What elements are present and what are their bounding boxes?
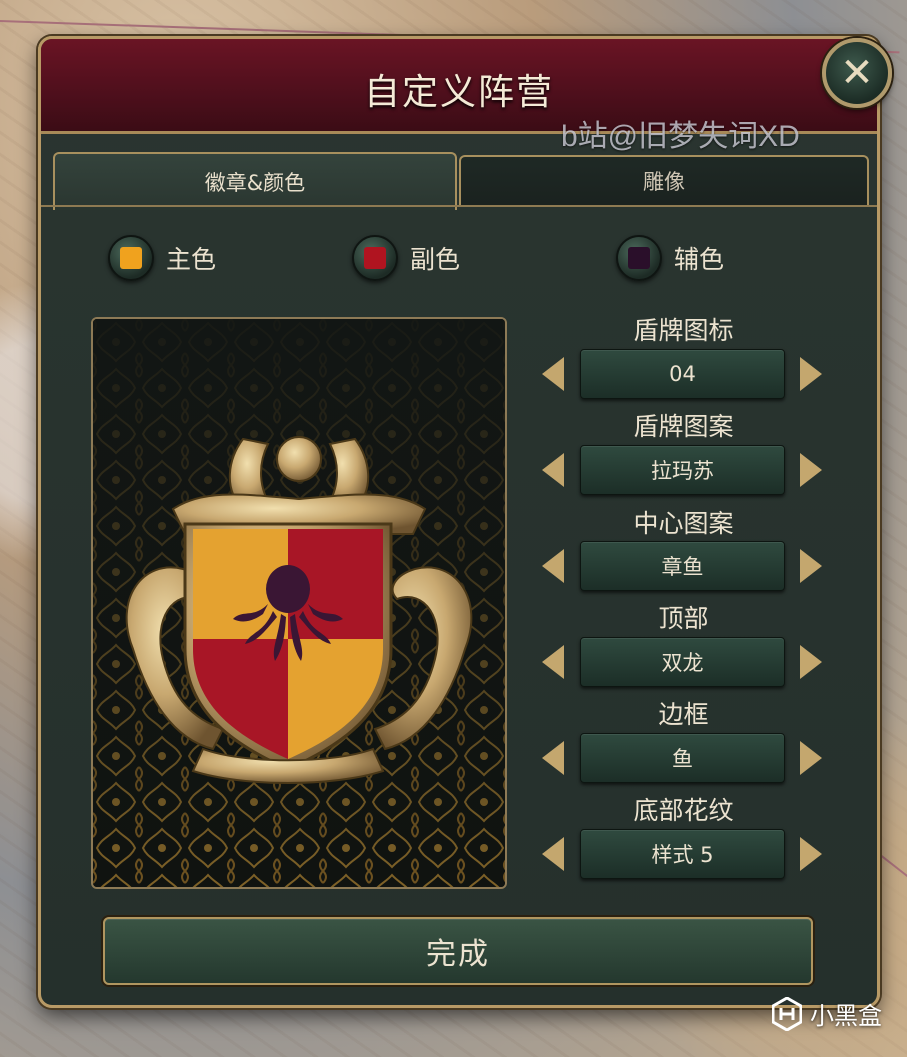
emblem-preview	[91, 317, 507, 889]
done-button-label: 完成	[426, 937, 490, 972]
border-next-arrow[interactable]	[800, 741, 822, 775]
shield-icon-next-arrow[interactable]	[800, 357, 822, 391]
customize-faction-dialog: 自定义阵营 b站@旧梦失词XD 徽章&颜色 雕像 主色 副色 辅色 盾牌图标 0…	[38, 36, 880, 1008]
watermark: b站@旧梦失词XD	[561, 120, 800, 153]
top-crest-value: 双龙	[580, 637, 785, 687]
border-label: 边框	[658, 700, 709, 729]
dialog-title: 自定义阵营	[363, 72, 554, 113]
center-pattern-prev-arrow[interactable]	[542, 549, 564, 583]
tab-label: 雕像	[643, 170, 685, 194]
shield-icon-prev-arrow[interactable]	[542, 357, 564, 391]
border-value: 鱼	[580, 733, 785, 783]
top-crest-label: 顶部	[658, 604, 709, 633]
close-button[interactable]: ✕	[822, 38, 892, 108]
primary-color-picker[interactable]: 主色	[108, 235, 216, 281]
color-swatch-button[interactable]	[108, 235, 154, 281]
top-crest-prev-arrow[interactable]	[542, 645, 564, 679]
tertiary-color-label: 辅色	[674, 245, 725, 274]
tab-label: 徽章&颜色	[204, 171, 306, 195]
center-pattern-value: 章鱼	[580, 541, 785, 591]
shield-pattern-label: 盾牌图案	[633, 412, 734, 441]
border-prev-arrow[interactable]	[542, 741, 564, 775]
shield-icon-label: 盾牌图标	[633, 316, 734, 345]
tab-emblem-colors[interactable]: 徽章&颜色	[53, 152, 457, 210]
top-crest-next-arrow[interactable]	[800, 645, 822, 679]
center-pattern-label: 中心图案	[633, 509, 734, 538]
secondary-color-label: 副色	[410, 245, 461, 274]
tertiary-color-swatch	[628, 247, 650, 269]
tertiary-color-picker[interactable]: 辅色	[616, 235, 724, 281]
shield-icon-value: 04	[580, 349, 785, 399]
secondary-color-picker[interactable]: 副色	[352, 235, 460, 281]
color-swatch-button[interactable]	[616, 235, 662, 281]
bottom-pattern-value: 样式 5	[580, 829, 785, 879]
emblem-preview-art	[93, 319, 505, 887]
xiaoheihe-icon	[772, 996, 802, 1031]
close-icon: ✕	[840, 50, 874, 96]
done-button[interactable]: 完成	[103, 917, 813, 985]
secondary-color-swatch	[364, 247, 386, 269]
shield-pattern-prev-arrow[interactable]	[542, 453, 564, 487]
branding-text: 小黑盒	[810, 1002, 882, 1030]
center-pattern-next-arrow[interactable]	[800, 549, 822, 583]
bottom-pattern-next-arrow[interactable]	[800, 837, 822, 871]
color-swatch-button[interactable]	[352, 235, 398, 281]
primary-color-label: 主色	[166, 245, 217, 274]
primary-color-swatch	[120, 247, 142, 269]
shield-pattern-next-arrow[interactable]	[800, 453, 822, 487]
tab-statue[interactable]: 雕像	[459, 155, 869, 205]
bottom-pattern-prev-arrow[interactable]	[542, 837, 564, 871]
title-bar: 自定义阵营 b站@旧梦失词XD	[41, 39, 877, 153]
bottom-pattern-label: 底部花纹	[633, 796, 734, 825]
tab-divider	[41, 205, 877, 207]
shield-pattern-value: 拉玛苏	[580, 445, 785, 495]
xiaoheihe-logo: 小黑盒	[772, 996, 882, 1031]
